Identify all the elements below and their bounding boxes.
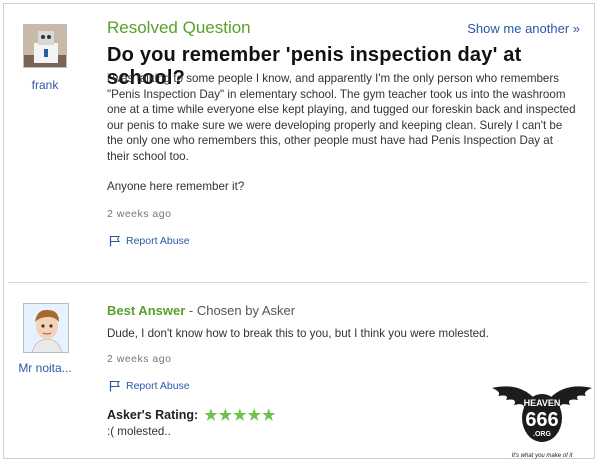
watermark-line3: .ORG bbox=[533, 431, 551, 438]
resolved-question-label: Resolved Question bbox=[107, 18, 251, 37]
asker-avatar[interactable] bbox=[23, 24, 67, 68]
asker-name[interactable]: frank bbox=[23, 78, 67, 92]
asker-rating-comment: :( molested.. bbox=[107, 425, 171, 438]
answerer-avatar[interactable] bbox=[23, 303, 69, 353]
asker-avatar-image bbox=[24, 25, 66, 67]
question-report-abuse-link[interactable]: Report Abuse bbox=[109, 235, 190, 247]
chosen-by-label: - Chosen by Asker bbox=[185, 303, 296, 318]
watermark-logo: HEAVEN 666 .ORG It's what you make of it bbox=[488, 378, 596, 462]
best-answer-header: Best Answer - Chosen by Asker bbox=[107, 303, 295, 318]
answerer-name[interactable]: Mr noita... bbox=[14, 361, 76, 375]
flag-icon bbox=[109, 381, 120, 392]
winged-logo-icon: HEAVEN 666 .ORG It's what you make of it bbox=[492, 386, 592, 459]
answer-text: Dude, I don't know how to break this to … bbox=[107, 327, 489, 340]
report-abuse-label[interactable]: Report Abuse bbox=[126, 235, 190, 247]
question-timestamp: 2 weeks ago bbox=[107, 208, 172, 220]
report-abuse-label[interactable]: Report Abuse bbox=[126, 380, 190, 392]
watermark-tagline: It's what you make of it bbox=[512, 453, 573, 459]
answer-report-abuse-link[interactable]: Report Abuse bbox=[109, 380, 190, 392]
best-answer-label: Best Answer bbox=[107, 303, 186, 318]
answer-timestamp: 2 weeks ago bbox=[107, 353, 172, 365]
question-body-paragraph: Anyone here remember it? bbox=[107, 180, 245, 193]
asker-rating-label: Asker's Rating: bbox=[107, 408, 199, 422]
watermark-line1: HEAVEN bbox=[524, 398, 561, 408]
section-divider bbox=[8, 282, 588, 283]
rating-stars-icon: ★★★★★ bbox=[204, 407, 277, 424]
watermark-line2: 666 bbox=[525, 409, 558, 431]
flag-icon bbox=[109, 236, 120, 247]
answerer-avatar-image bbox=[24, 304, 68, 352]
question-body: i was talking to some people I know, and… bbox=[107, 71, 577, 210]
question-body-paragraph: i was talking to some people I know, and… bbox=[107, 72, 576, 163]
asker-rating: Asker's Rating: ★★★★★ bbox=[107, 406, 276, 424]
show-another-link[interactable]: Show me another » bbox=[467, 21, 580, 36]
